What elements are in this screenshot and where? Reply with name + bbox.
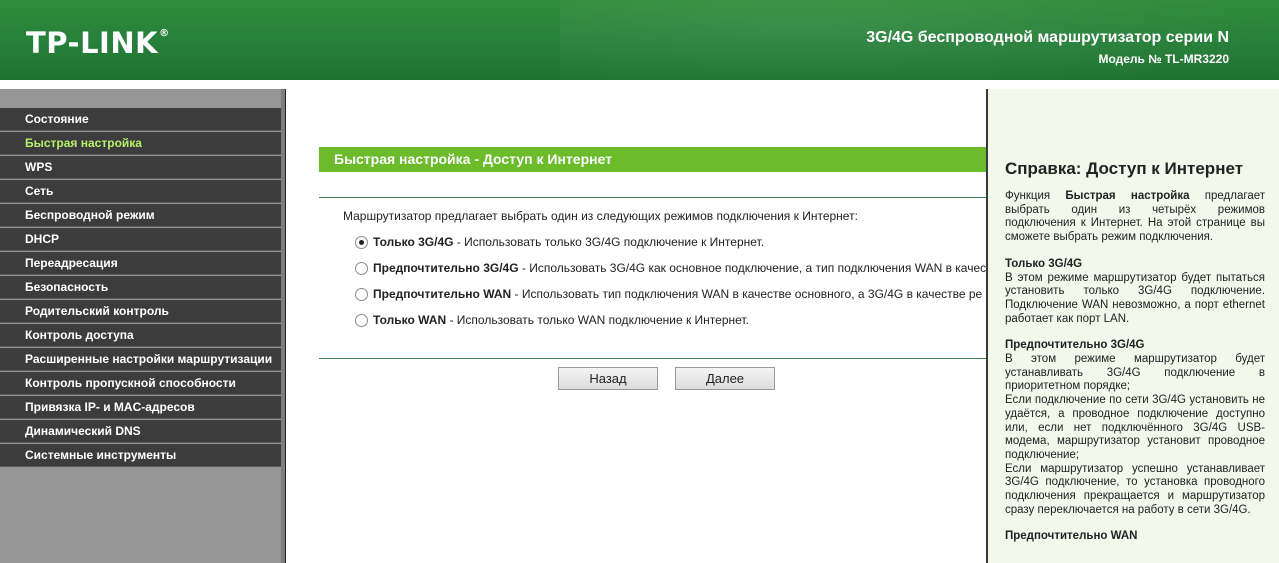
main-content: Быстрая настройка - Доступ к Интернет Ма… bbox=[285, 89, 986, 563]
help-intro-bold: Быстрая настройка bbox=[1065, 190, 1190, 202]
header-banner: TP-LINK® 3G/4G беспроводной маршрутизато… bbox=[0, 0, 1279, 80]
option-name: Предпочтительно WAN bbox=[373, 287, 512, 301]
back-button[interactable]: Назад bbox=[558, 367, 658, 390]
divider-bottom bbox=[319, 358, 986, 359]
sidebar-item-security[interactable]: Безопасность bbox=[0, 276, 281, 299]
radio-3g4g-preferred[interactable] bbox=[355, 262, 368, 275]
help-panel: Справка: Доступ к Интернет Функция Быстр… bbox=[986, 89, 1279, 563]
sidebar-item-wireless[interactable]: Беспроводной режим bbox=[0, 204, 281, 227]
help-text: Если подключение по сети 3G/4G установит… bbox=[1005, 394, 1265, 461]
sidebar-item-forwarding[interactable]: Переадресация bbox=[0, 252, 281, 275]
help-text: Если маршрутизатор успешно устанавливает… bbox=[1005, 462, 1265, 516]
logo-text: TP-LINK bbox=[26, 26, 159, 60]
sidebar-item-dhcp[interactable]: DHCP bbox=[0, 228, 281, 251]
sidebar-item-quick-setup[interactable]: Быстрая настройка bbox=[0, 132, 281, 155]
help-heading: Только 3G/4G bbox=[1005, 257, 1083, 270]
option-label: Предпочтительно WAN - Использовать тип п… bbox=[373, 287, 982, 301]
option-name: Только 3G/4G bbox=[373, 235, 454, 249]
option-label: Предпочтительно 3G/4G - Использовать 3G/… bbox=[373, 261, 986, 275]
logo-registered-mark: ® bbox=[159, 28, 170, 39]
help-title: Справка: Доступ к Интернет bbox=[1005, 159, 1244, 178]
help-heading: Предпочтительно WAN bbox=[1005, 530, 1138, 543]
help-section-3g4g-preferred: Предпочтительно 3G/4G В этом режиме маршр… bbox=[1005, 339, 1265, 517]
radio-3g4g-only[interactable] bbox=[355, 236, 368, 249]
sidebar-item-network[interactable]: Сеть bbox=[0, 180, 281, 203]
help-section-wan-preferred: Предпочтительно WAN bbox=[1005, 530, 1265, 544]
sidebar-item-dynamic-dns[interactable]: Динамический DNS bbox=[0, 420, 281, 443]
help-body: Функция Быстрая настройка предлагает выб… bbox=[1005, 190, 1265, 557]
divider-top bbox=[319, 197, 986, 198]
help-intro-prefix: Функция bbox=[1005, 190, 1066, 202]
option-description: - Использовать только WAN подключение к … bbox=[446, 313, 749, 327]
option-name: Предпочтительно 3G/4G bbox=[373, 261, 519, 275]
sidebar-menu: Состояние Быстрая настройка WPS Сеть Бес… bbox=[0, 108, 281, 468]
sidebar-item-status[interactable]: Состояние bbox=[0, 108, 281, 131]
model-number: Модель № TL-MR3220 bbox=[1098, 52, 1229, 66]
help-intro: Функция Быстрая настройка предлагает выб… bbox=[1005, 190, 1265, 245]
sidebar-item-system-tools[interactable]: Системные инструменты bbox=[0, 444, 281, 467]
header-divider bbox=[0, 80, 1279, 89]
help-heading: Предпочтительно 3G/4G bbox=[1005, 339, 1145, 352]
help-section-3g4g-only: Только 3G/4G В этом режиме маршрутизатор … bbox=[1005, 258, 1265, 327]
option-description: - Использовать тип подключения WAN в кач… bbox=[511, 287, 983, 301]
next-button[interactable]: Далее bbox=[675, 367, 775, 390]
sidebar-item-advanced-routing[interactable]: Расширенные настройки маршрутизации bbox=[0, 348, 281, 371]
option-description: - Использовать только 3G/4G подключение … bbox=[453, 235, 765, 249]
radio-wan-preferred[interactable] bbox=[355, 288, 368, 301]
intro-text: Маршрутизатор предлагает выбрать один из… bbox=[343, 209, 858, 223]
sidebar: Состояние Быстрая настройка WPS Сеть Бес… bbox=[0, 89, 285, 563]
option-label: Только 3G/4G - Использовать только 3G/4G… bbox=[373, 235, 764, 249]
option-name: Только WAN bbox=[373, 313, 447, 327]
option-label: Только WAN - Использовать только WAN под… bbox=[373, 313, 749, 327]
sidebar-item-bandwidth-control[interactable]: Контроль пропускной способности bbox=[0, 372, 281, 395]
product-title: 3G/4G беспроводной маршрутизатор серии N bbox=[866, 29, 1229, 46]
radio-wan-only[interactable] bbox=[355, 314, 368, 327]
help-text: В этом режиме маршрутизатор будет пытать… bbox=[1005, 271, 1265, 325]
option-description: - Использовать 3G/4G как основное подклю… bbox=[518, 261, 986, 275]
sidebar-item-wps[interactable]: WPS bbox=[0, 156, 281, 179]
sidebar-item-access-control[interactable]: Контроль доступа bbox=[0, 324, 281, 347]
page-title: Быстрая настройка - Доступ к Интернет bbox=[319, 147, 986, 172]
tp-link-logo: TP-LINK® bbox=[26, 26, 170, 60]
help-text: В этом режиме маршрутизатор будет устана… bbox=[1005, 353, 1265, 393]
sidebar-item-ip-mac-binding[interactable]: Привязка IP- и MAC-адресов bbox=[0, 396, 281, 419]
sidebar-item-parental-control[interactable]: Родительский контроль bbox=[0, 300, 281, 323]
